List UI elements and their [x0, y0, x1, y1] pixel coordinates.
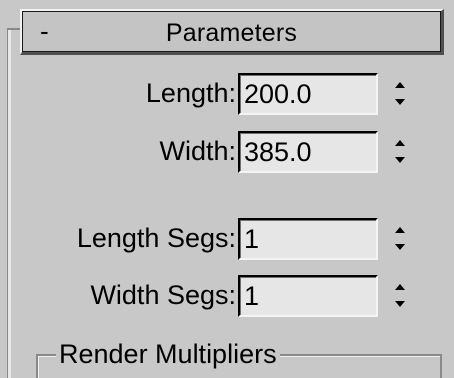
- length-label: Length:: [145, 78, 236, 108]
- length-segs-spin-down-button[interactable]: [390, 239, 410, 257]
- width-row: Width:: [0, 131, 454, 173]
- width-segs-field[interactable]: [238, 275, 378, 317]
- length-segs-field[interactable]: [238, 218, 378, 260]
- arrow-up-icon: [395, 82, 405, 88]
- width-spin-up-button[interactable]: [390, 134, 410, 152]
- arrow-down-icon: [395, 157, 405, 163]
- width-label: Width:: [159, 136, 236, 166]
- length-segs-row: Length Segs:: [0, 218, 454, 260]
- length-segs-spinner[interactable]: [390, 221, 410, 257]
- length-spin-down-button[interactable]: [390, 94, 410, 112]
- arrow-up-icon: [395, 140, 405, 146]
- width-segs-label: Width Segs:: [90, 280, 236, 310]
- parameters-panel: - Parameters Length: Width: Length Segs:…: [0, 0, 454, 378]
- length-segs-label: Length Segs:: [76, 223, 236, 253]
- arrow-up-icon: [395, 227, 405, 233]
- render-multipliers-title: Render Multipliers: [56, 338, 280, 370]
- width-field[interactable]: [238, 131, 378, 173]
- arrow-up-icon: [395, 284, 405, 290]
- width-spinner[interactable]: [390, 134, 410, 170]
- width-segs-spinner[interactable]: [390, 278, 410, 314]
- length-segs-spin-up-button[interactable]: [390, 221, 410, 239]
- arrow-down-icon: [395, 244, 405, 250]
- length-field[interactable]: [238, 73, 378, 115]
- width-segs-row: Width Segs:: [0, 275, 454, 317]
- length-spinner[interactable]: [390, 76, 410, 112]
- length-row: Length:: [0, 73, 454, 115]
- width-spin-down-button[interactable]: [390, 152, 410, 170]
- width-segs-spin-up-button[interactable]: [390, 278, 410, 296]
- parameters-rollout-header[interactable]: - Parameters: [20, 9, 444, 55]
- width-segs-spin-down-button[interactable]: [390, 296, 410, 314]
- length-spin-up-button[interactable]: [390, 76, 410, 94]
- arrow-down-icon: [395, 301, 405, 307]
- arrow-down-icon: [395, 99, 405, 105]
- rollout-title: Parameters: [165, 19, 298, 47]
